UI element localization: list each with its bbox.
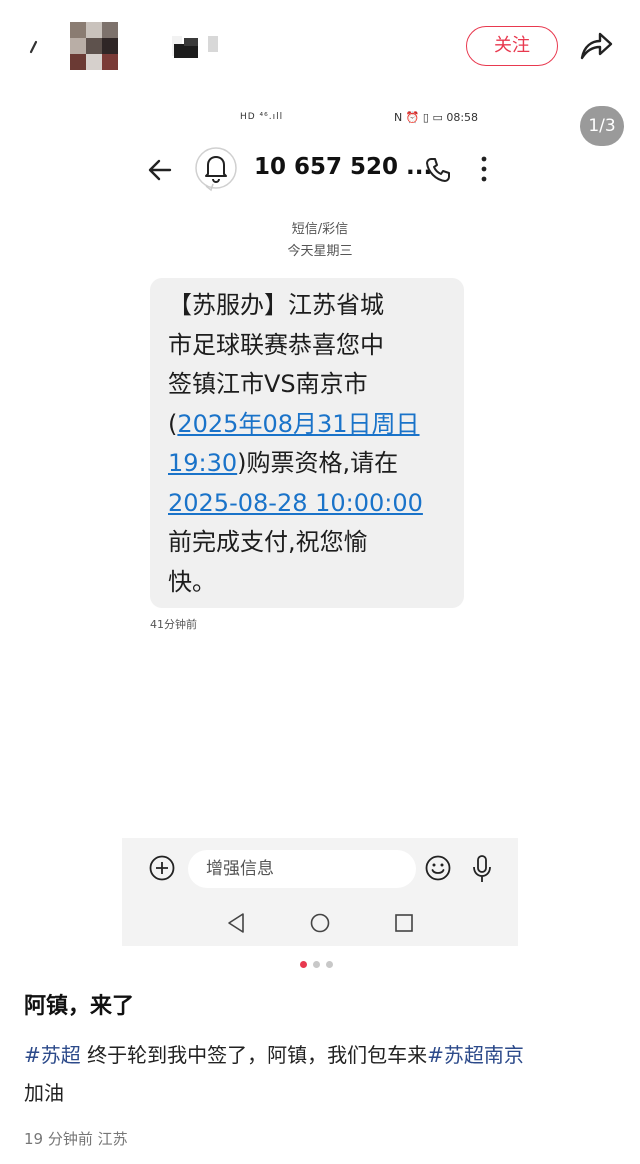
follow-button[interactable]: 关注 [466, 26, 558, 66]
avatar[interactable] [70, 22, 118, 70]
message-text: ( [168, 409, 178, 438]
date-link: 2025年08月31日周日 [177, 409, 420, 438]
username-blurred[interactable] [172, 34, 220, 58]
message-line: 快。 [168, 567, 216, 596]
post-text: 加油 [24, 1081, 64, 1105]
back-mark-icon[interactable] [28, 40, 38, 54]
message-line: 19:30)购票资格,请在 [168, 444, 446, 484]
message-line: 前完成支付,祝您愉 [168, 528, 368, 556]
message-input: 增强信息 [188, 850, 416, 888]
message-line: 【苏服办】江苏省城 [168, 291, 384, 319]
message-text: )购票资格,请在 [237, 449, 399, 477]
message-time: 41分钟前 [150, 618, 197, 631]
phone-icon [426, 158, 450, 182]
contact-number: 10 657 520 ... [254, 154, 433, 180]
system-recent-icon [395, 914, 413, 932]
system-home-icon [310, 913, 330, 933]
hashtag-link[interactable]: #苏超南京 [427, 1043, 524, 1067]
hashtag-link[interactable]: #苏超 [24, 1043, 81, 1067]
sms-type-label: 短信/彩信 [291, 222, 349, 237]
carousel-dot[interactable] [313, 961, 320, 968]
message-line: 签镇江市VS南京市 [168, 370, 368, 398]
message-line: (2025年08月31日周日 [168, 405, 446, 445]
add-icon [149, 855, 175, 881]
date-label: 今天星期三 [287, 244, 353, 259]
post-text: 终于轮到我中签了，阿镇，我们包车来 [80, 1043, 428, 1067]
carousel-dot[interactable] [326, 961, 333, 968]
status-signal: HD ⁴⁶.ıll [240, 112, 284, 122]
deadline-link: 2025-08-28 10:00:00 [168, 488, 423, 517]
message-line: 市足球联赛恭喜您中 [168, 330, 384, 359]
carousel-dot-active[interactable] [300, 961, 307, 968]
post-meta: 19 分钟前 江苏 [24, 1130, 128, 1148]
status-bar-right: N ⏰ ▯ ▭ 08:58 [394, 111, 479, 124]
system-back-icon [228, 913, 244, 933]
image-page-counter: 1/3 [580, 106, 624, 146]
emoji-icon [425, 855, 451, 881]
time-link: 19:30 [168, 449, 238, 477]
post-body: #苏超 终于轮到我中签了，阿镇，我们包车来#苏超南京 加油 [24, 1036, 614, 1112]
message-bubble: 【苏服办】江苏省城 市足球联赛恭喜您中 签镇江市VS南京市 (2025年08月3… [150, 278, 464, 608]
more-icon [481, 156, 487, 182]
back-arrow-icon [148, 159, 172, 181]
post-title: 阿镇，来了 [24, 994, 135, 1019]
mic-icon [473, 855, 491, 882]
bell-icon [195, 147, 237, 192]
message-line: 2025-08-28 10:00:00 [168, 484, 446, 524]
share-icon[interactable] [578, 28, 614, 64]
